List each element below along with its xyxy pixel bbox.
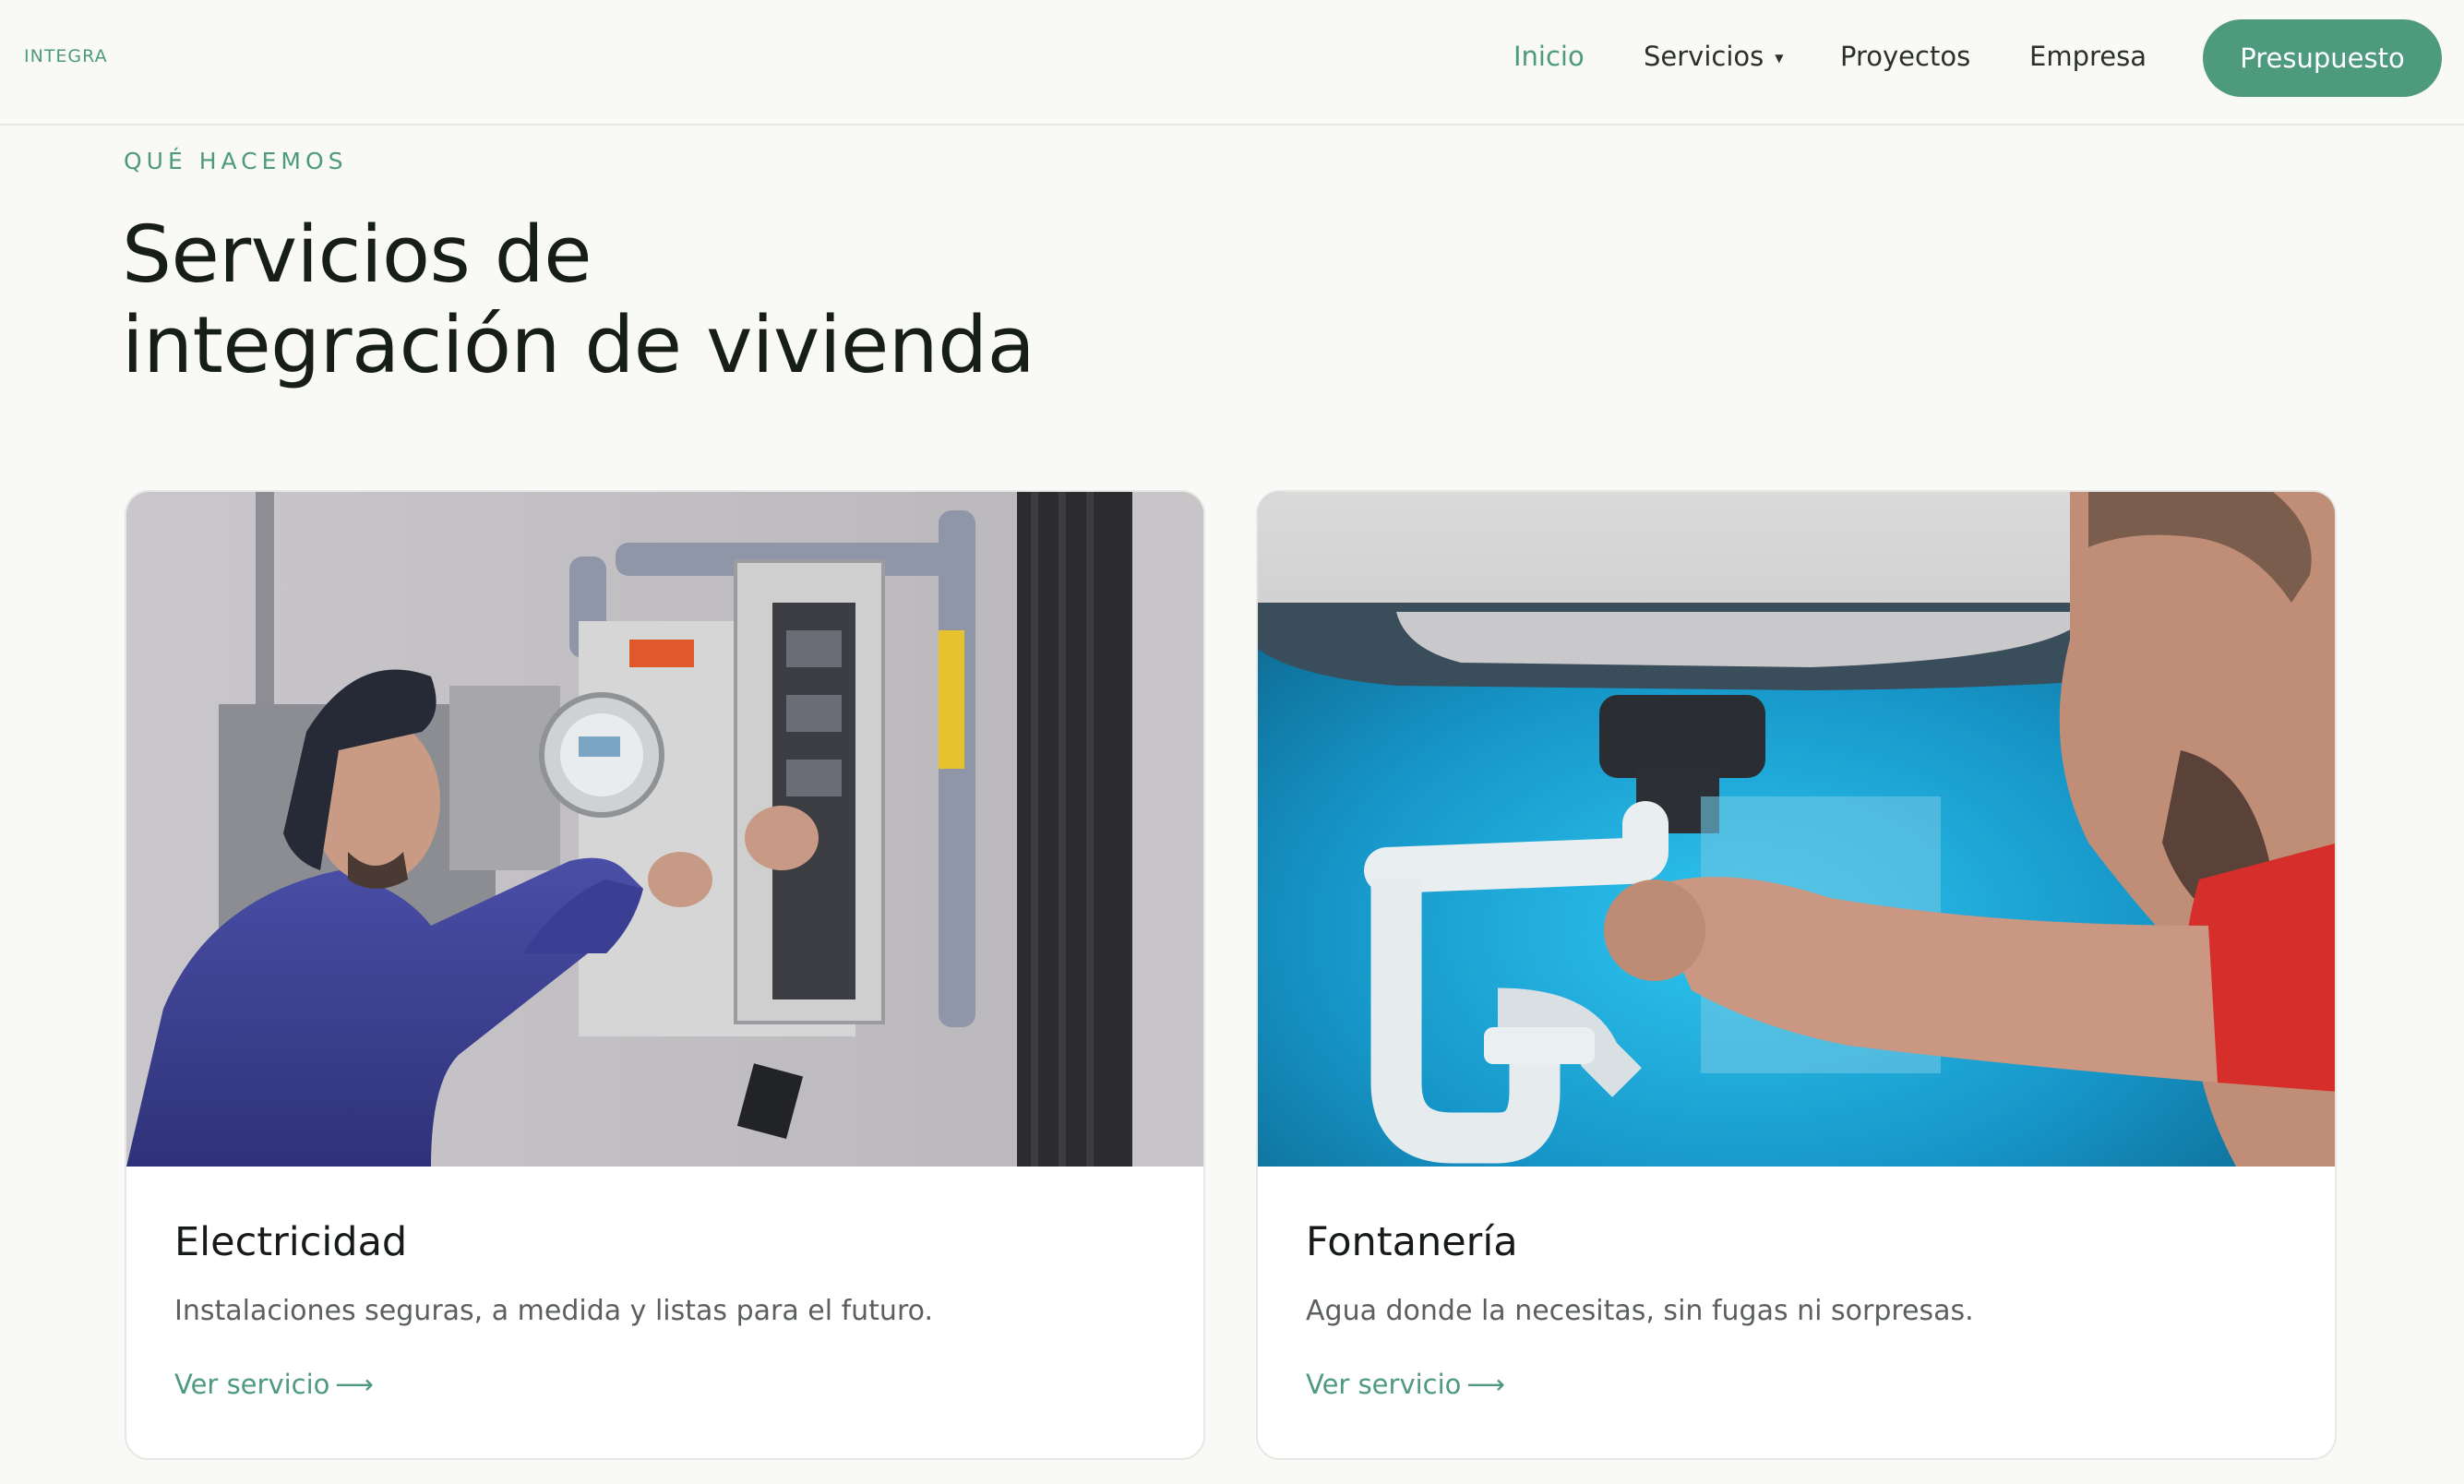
service-card-electricidad[interactable]: Electricidad Instalaciones seguras, a me… (125, 490, 1205, 1460)
nav-item-inicio[interactable]: Inicio (1513, 41, 1585, 72)
card-title: Electricidad (174, 1219, 408, 1265)
service-card-fontaneria[interactable]: Fontanería Agua donde la necesitas, sin … (1256, 490, 2337, 1460)
section-title-line-1: Servicios de (122, 209, 592, 301)
nav-item-empresa[interactable]: Empresa (2029, 41, 2147, 72)
electrician-image (126, 492, 1203, 1167)
card-title: Fontanería (1306, 1219, 1518, 1265)
nav-item-servicios[interactable]: Servicios ▼ (1644, 41, 1783, 72)
plumber-image (1258, 492, 2335, 1167)
card-description: Agua donde la necesitas, sin fugas ni so… (1306, 1295, 1974, 1327)
section-title-line-2: integración de vivienda (122, 300, 1035, 391)
site-header: INTEGRA Inicio Servicios ▼ Proyectos Empr… (0, 0, 2464, 126)
ver-servicio-link[interactable]: Ver servicio ⟶ (1306, 1369, 1505, 1400)
nav-item-proyectos[interactable]: Proyectos (1840, 41, 1970, 72)
brand-logo[interactable]: INTEGRA (24, 46, 108, 66)
section-title: Servicios de integración de vivienda (122, 210, 1322, 391)
section-eyebrow: QUÉ HACEMOS (124, 148, 348, 174)
ver-servicio-link[interactable]: Ver servicio ⟶ (174, 1369, 374, 1400)
arrow-right-icon: ⟶ (335, 1369, 374, 1400)
link-label: Ver servicio (1306, 1369, 1462, 1400)
link-label: Ver servicio (174, 1369, 330, 1400)
nav-item-servicios-label: Servicios (1644, 41, 1764, 72)
card-description: Instalaciones seguras, a medida y listas… (174, 1295, 933, 1327)
arrow-right-icon: ⟶ (1466, 1369, 1505, 1400)
caret-down-icon: ▼ (1775, 52, 1784, 65)
quote-button[interactable]: Presupuesto (2203, 19, 2442, 97)
